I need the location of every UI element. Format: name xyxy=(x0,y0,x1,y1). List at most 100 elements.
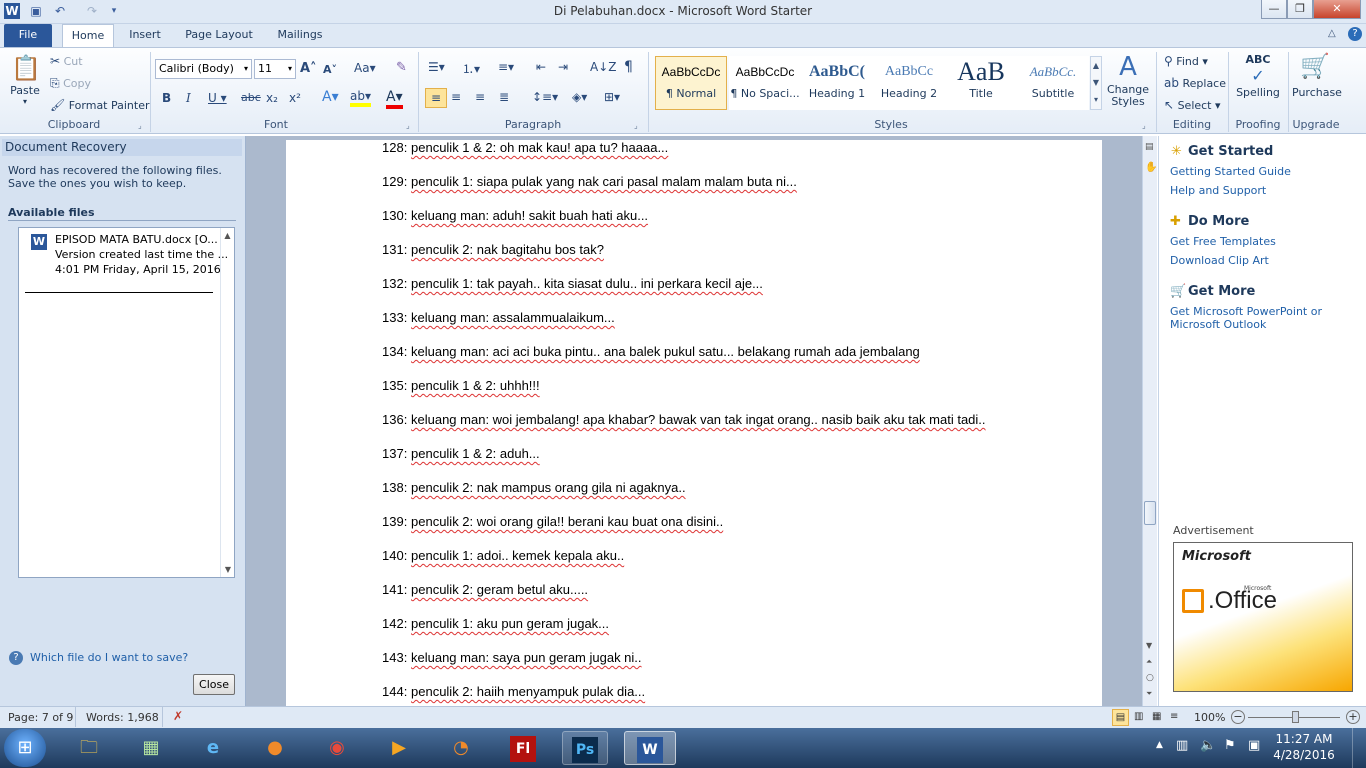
word-count[interactable]: Words: 1,968 xyxy=(86,711,159,724)
tab-insert[interactable]: Insert xyxy=(122,24,168,47)
get-powerpoint-outlook-link[interactable]: Get Microsoft PowerPoint or Microsoft Ou… xyxy=(1170,305,1360,331)
font-color-icon[interactable]: A▾ xyxy=(386,89,403,109)
task-manager-icon[interactable]: ▦ xyxy=(128,731,174,765)
style-normal[interactable]: AaBbCcDc ¶ Normal xyxy=(655,56,727,110)
document-line[interactable]: 131: penculik 2: nak bagitahu bos tak? xyxy=(382,242,604,257)
tab-mailings[interactable]: Mailings xyxy=(268,24,332,47)
document-line[interactable]: 139: penculik 2: woi orang gila!! berani … xyxy=(382,514,723,529)
paste-button[interactable]: 📋 Paste ▾ xyxy=(8,54,42,106)
media-player-icon[interactable]: ▶ xyxy=(376,731,422,765)
spelling-button[interactable]: ABC ✓ Spelling xyxy=(1234,52,1282,99)
justify-icon[interactable]: ≣ xyxy=(499,90,509,104)
getting-started-guide-link[interactable]: Getting Started Guide xyxy=(1170,165,1291,178)
bold-icon[interactable]: B xyxy=(162,91,171,105)
borders-icon[interactable]: ⊞▾ xyxy=(604,90,620,104)
grow-font-icon[interactable]: A˄ xyxy=(300,61,317,76)
italic-icon[interactable]: I xyxy=(186,91,191,105)
replace-button[interactable]: ab Replace xyxy=(1164,76,1226,90)
strikethrough-icon[interactable]: abc xyxy=(241,91,261,104)
scroll-down-icon[interactable]: ▼ xyxy=(1146,641,1152,650)
volume-icon[interactable]: 🔈 xyxy=(1200,738,1216,753)
style-no-spacing[interactable]: AaBbCcDc ¶ No Spaci... xyxy=(729,56,801,110)
align-left-icon[interactable]: ≡ xyxy=(425,88,447,108)
document-line[interactable]: 130: keluang man: aduh! sakit buah hati a… xyxy=(382,208,648,223)
zoom-level[interactable]: 100% xyxy=(1194,711,1225,724)
pan-icon[interactable]: ✋ xyxy=(1145,162,1157,173)
numbering-icon[interactable]: ⒈▾ xyxy=(462,60,480,77)
change-styles-button[interactable]: A Change Styles xyxy=(1106,52,1150,108)
vertical-scrollbar[interactable]: ▤ ✋ ▼ ⏶ ○ ⏷ xyxy=(1142,136,1157,706)
action-center-icon[interactable]: ⚑ xyxy=(1224,738,1236,753)
show-desktop-button[interactable] xyxy=(1352,728,1366,768)
zoom-out-icon[interactable]: − xyxy=(1231,710,1245,724)
close-button[interactable]: Close xyxy=(193,674,235,695)
document-line[interactable]: 128: penculik 1 & 2: oh mak kau! apa tu? … xyxy=(382,140,668,155)
help-support-link[interactable]: Help and Support xyxy=(1170,184,1266,197)
bullets-icon[interactable]: ☰▾ xyxy=(428,60,445,74)
maximize-button[interactable]: ❐ xyxy=(1287,0,1313,19)
find-button[interactable]: ⚲ Find ▾ xyxy=(1164,54,1208,68)
previous-page-icon[interactable]: ⏶ xyxy=(1146,657,1152,667)
style-heading-1[interactable]: AaBbC( Heading 1 xyxy=(801,56,873,110)
document-line[interactable]: 141: penculik 2: geram betul aku..... xyxy=(382,582,588,597)
close-window-button[interactable]: ✕ xyxy=(1313,0,1361,19)
ruler-toggle-icon[interactable]: ▤ xyxy=(1145,142,1154,152)
highlight-icon[interactable]: ab▾ xyxy=(350,89,371,107)
document-line[interactable]: 129: penculik 1: siapa pulak yang nak car… xyxy=(382,174,797,189)
document-line[interactable]: 143: keluang man: saya pun geram jugak ni… xyxy=(382,650,642,665)
full-screen-view-icon[interactable]: ▥ xyxy=(1134,711,1143,722)
copy-button[interactable]: ⎘ Copy xyxy=(50,76,91,91)
clock-date[interactable]: 4/28/2016 xyxy=(1272,748,1336,762)
decrease-indent-icon[interactable]: ⇤ xyxy=(536,60,546,74)
browse-object-icon[interactable]: ○ xyxy=(1146,673,1154,683)
subscript-icon[interactable]: x₂ xyxy=(266,91,278,105)
tab-home[interactable]: Home xyxy=(62,24,114,47)
recovered-files-list[interactable]: W EPISOD MATA BATU.docx [O... Version cr… xyxy=(18,227,235,578)
minimize-button[interactable]: — xyxy=(1261,0,1287,19)
cut-button[interactable]: ✂ Cut xyxy=(50,54,83,68)
document-line[interactable]: 144: penculik 2: haiih menyampuk pulak di… xyxy=(382,684,645,699)
recovered-file-item[interactable]: W EPISOD MATA BATU.docx [O... Version cr… xyxy=(19,228,228,288)
blender-icon[interactable]: ◔ xyxy=(438,731,484,765)
start-button[interactable]: ⊞ xyxy=(4,729,46,767)
align-right-icon[interactable]: ≡ xyxy=(475,90,485,104)
document-line[interactable]: 138: penculik 2: nak mampus orang gila ni… xyxy=(382,480,686,495)
increase-indent-icon[interactable]: ⇥ xyxy=(558,60,568,74)
document-line[interactable]: 142: penculik 1: aku pun geram jugak... xyxy=(382,616,609,631)
shading-icon[interactable]: ◈▾ xyxy=(572,90,587,104)
font-size-select[interactable]: 11 ▾ xyxy=(254,59,296,79)
zoom-in-icon[interactable]: + xyxy=(1346,710,1360,724)
purchase-button[interactable]: 🛒 Purchase xyxy=(1292,52,1342,99)
style-title[interactable]: AaB Title xyxy=(945,56,1017,110)
format-painter-button[interactable]: 🖌 Format Painter xyxy=(50,98,150,112)
proofing-errors-icon[interactable]: ✗ xyxy=(173,709,183,723)
document-line[interactable]: 140: penculik 1: adoi.. kemek kepala aku.… xyxy=(382,548,624,563)
document-line[interactable]: 135: penculik 1 & 2: uhhh!!! xyxy=(382,378,540,393)
style-subtitle[interactable]: AaBbCc. Subtitle xyxy=(1017,56,1089,110)
page-count[interactable]: Page: 7 of 9 xyxy=(8,711,73,724)
paragraph-launcher-icon[interactable]: ⌟ xyxy=(634,121,638,130)
font-name-select[interactable]: Calibri (Body) ▾ xyxy=(155,59,252,79)
file-explorer-icon[interactable]: 🗀 xyxy=(66,731,112,765)
clear-formatting-icon[interactable]: ✎ xyxy=(396,60,407,75)
select-button[interactable]: ↖ Select ▾ xyxy=(1164,98,1221,112)
clock-time[interactable]: 11:27 AM xyxy=(1272,732,1336,746)
word-taskbar-icon[interactable]: W xyxy=(637,737,663,763)
multilevel-list-icon[interactable]: ≡▾ xyxy=(498,60,514,74)
zoom-slider-thumb[interactable] xyxy=(1292,711,1299,723)
network-icon[interactable]: ▥ xyxy=(1176,738,1188,753)
text-effects-icon[interactable]: A▾ xyxy=(322,89,339,105)
sort-icon[interactable]: A↓Z xyxy=(590,60,616,74)
flash-icon[interactable]: Fl xyxy=(510,736,536,762)
document-line[interactable]: 136: keluang man: woi jembalang! apa khab… xyxy=(382,412,986,427)
change-case-icon[interactable]: Aa▾ xyxy=(354,61,376,75)
style-heading-2[interactable]: AaBbCc Heading 2 xyxy=(873,56,945,110)
clipboard-launcher-icon[interactable]: ⌟ xyxy=(138,121,142,130)
photoshop-icon[interactable]: Ps xyxy=(572,737,598,763)
underline-icon[interactable]: U ▾ xyxy=(208,91,227,105)
firefox-icon[interactable]: ● xyxy=(252,731,298,765)
show-marks-icon[interactable]: ¶ xyxy=(624,59,633,75)
document-line[interactable]: 133: keluang man: assalammualaikum... xyxy=(382,310,615,325)
clip-art-link[interactable]: Download Clip Art xyxy=(1170,254,1269,267)
print-layout-view-icon[interactable]: ▤ xyxy=(1112,709,1129,726)
